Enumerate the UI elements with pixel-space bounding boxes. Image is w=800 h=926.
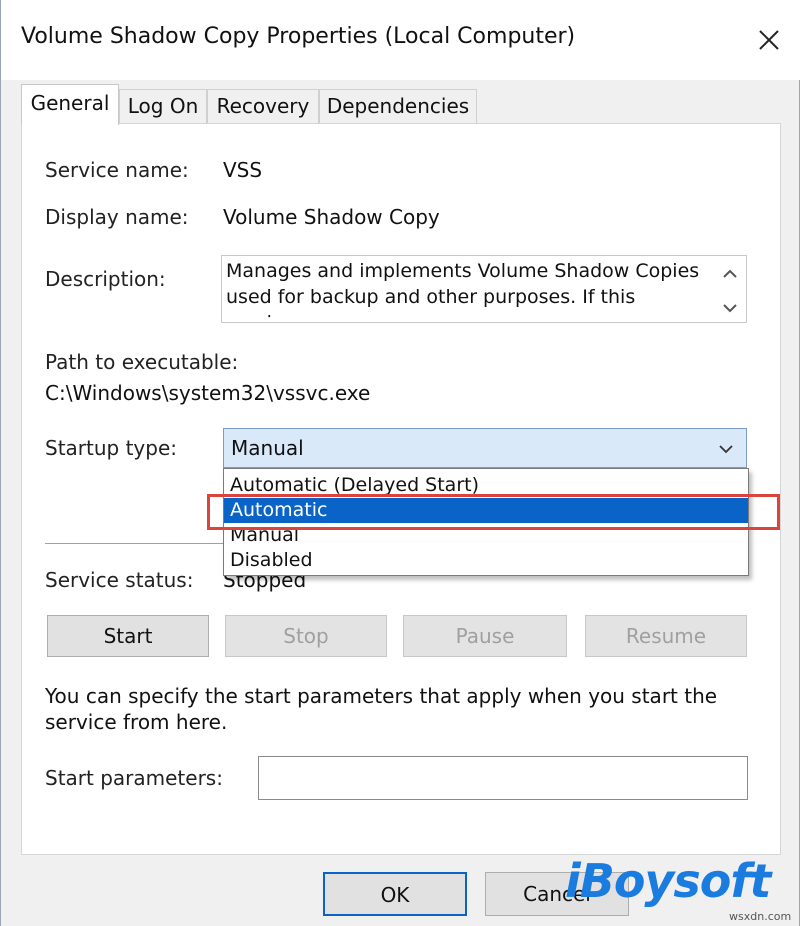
option-manual[interactable]: Manual <box>224 523 748 548</box>
chevron-up-icon[interactable] <box>722 266 738 282</box>
watermark-logo: iBoysoft wsxdn.com <box>561 850 800 923</box>
tab-dependencies[interactable]: Dependencies <box>319 89 477 124</box>
close-icon <box>759 30 779 50</box>
option-automatic[interactable]: Automatic <box>224 498 748 523</box>
tab-general[interactable]: General <box>21 84 119 125</box>
startup-type-select[interactable]: Manual <box>223 428 747 468</box>
window-title: Volume Shadow Copy Properties (Local Com… <box>21 24 576 49</box>
tab-bar: General Log On Recovery Dependencies <box>1 80 800 125</box>
start-parameters-label: Start parameters: <box>45 766 223 790</box>
option-automatic-delayed[interactable]: Automatic (Delayed Start) <box>224 473 748 498</box>
startup-type-dropdown: Automatic (Delayed Start) Automatic Manu… <box>223 468 749 576</box>
close-button[interactable] <box>749 20 789 60</box>
ok-button[interactable]: OK <box>323 872 467 916</box>
path-label: Path to executable: <box>45 350 239 374</box>
display-name-value: Volume Shadow Copy <box>223 205 440 229</box>
stop-button[interactable]: Stop <box>225 615 387 657</box>
service-name-value: VSS <box>223 158 263 182</box>
pause-button[interactable]: Pause <box>403 615 567 657</box>
option-disabled[interactable]: Disabled <box>224 548 748 573</box>
start-params-info: You can specify the start parameters tha… <box>45 684 718 734</box>
startup-type-label: Startup type: <box>45 436 178 460</box>
path-value: C:\Windows\system32\vssvc.exe <box>45 381 371 405</box>
start-parameters-input[interactable] <box>258 756 748 800</box>
title-bar: Volume Shadow Copy Properties (Local Com… <box>1 0 800 80</box>
start-button[interactable]: Start <box>47 615 209 657</box>
description-label: Description: <box>45 267 166 291</box>
resume-button[interactable]: Resume <box>585 615 747 657</box>
chevron-down-icon[interactable] <box>722 300 738 316</box>
watermark-site: wsxdn.com <box>729 910 792 923</box>
description-text: Manages and implements Volume Shadow Cop… <box>226 260 700 318</box>
description-scrollbar[interactable] <box>714 256 746 322</box>
description-box[interactable]: Manages and implements Volume Shadow Cop… <box>221 255 747 323</box>
chevron-down-icon <box>719 445 733 454</box>
tab-log-on[interactable]: Log On <box>119 89 207 124</box>
startup-type-value: Manual <box>231 436 304 460</box>
properties-dialog: Volume Shadow Copy Properties (Local Com… <box>0 0 800 926</box>
watermark-brand: iBoysoft <box>565 854 771 908</box>
display-name-label: Display name: <box>45 205 189 229</box>
service-status-label: Service status: <box>45 568 194 592</box>
tab-recovery[interactable]: Recovery <box>207 89 319 124</box>
service-name-label: Service name: <box>45 158 189 182</box>
